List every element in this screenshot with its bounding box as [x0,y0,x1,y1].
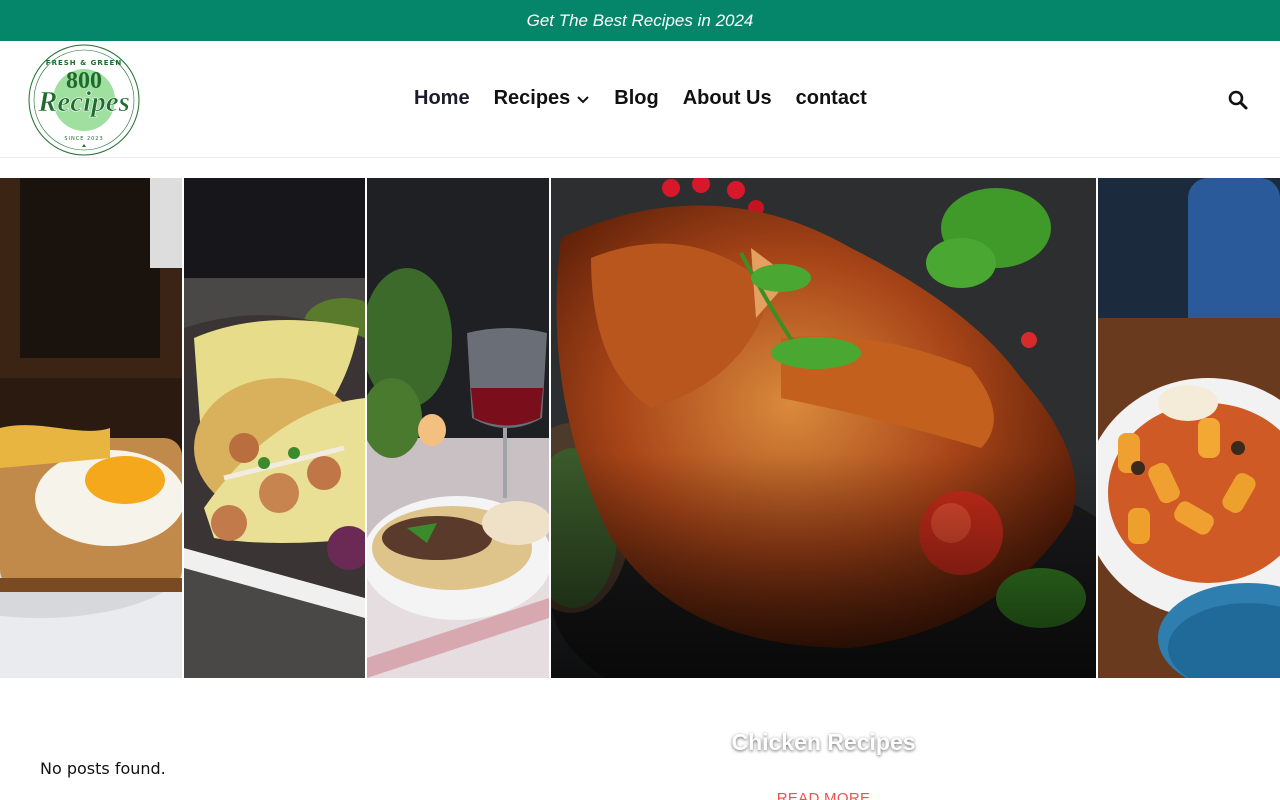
slide-tacos[interactable] [184,178,365,678]
announcement-text: Get The Best Recipes in 2024 [526,10,754,30]
slide-image-chicken [551,178,1096,678]
nav-label-home: Home [414,87,470,109]
nav-label-contact: contact [795,87,867,109]
logo-word: Recipes [37,86,130,118]
nav-item-blog[interactable]: Blog [614,87,658,110]
nav-item-about[interactable]: About Us [683,87,772,110]
empty-posts-message: No posts found. [40,759,166,778]
site-logo[interactable]: FRESH & GREEN 800 Recipes SINCE 2023 [24,43,144,157]
slide-image-breakfast [0,178,182,678]
slide-image-rigatoni [1098,178,1280,678]
nav-label-recipes: Recipes [493,87,571,109]
chevron-down-icon [577,95,590,103]
read-more-button[interactable]: READ MORE [744,772,903,800]
nav-item-home[interactable]: Home [414,87,470,110]
slide-rigatoni[interactable] [1098,178,1280,678]
recipe-slider: Chicken Recipes READ MORE [0,178,1280,800]
site-header: FRESH & GREEN 800 Recipes SINCE 2023 Hom… [0,41,1280,158]
slide-caption: Chicken Recipes [731,729,916,755]
search-icon[interactable] [1227,89,1249,111]
slide-image-pasta-wine [367,178,549,678]
announcement-bar: Get The Best Recipes in 2024 [0,0,1280,41]
nav-label-blog: Blog [614,87,659,109]
nav-item-recipes[interactable]: Recipes [494,87,591,110]
logo-bottom-text: SINCE 2023 [64,136,103,142]
slide-breakfast[interactable] [0,178,182,678]
nav-item-contact[interactable]: contact [796,87,867,110]
logo-top-text: FRESH & GREEN [46,59,122,67]
slide-image-tacos [184,178,365,678]
slide-chicken[interactable] [551,178,1096,678]
slide-pasta-wine[interactable] [367,178,549,678]
nav-label-about: About Us [682,87,772,109]
main-nav: Home Recipes Blog About Us contact [414,87,891,110]
